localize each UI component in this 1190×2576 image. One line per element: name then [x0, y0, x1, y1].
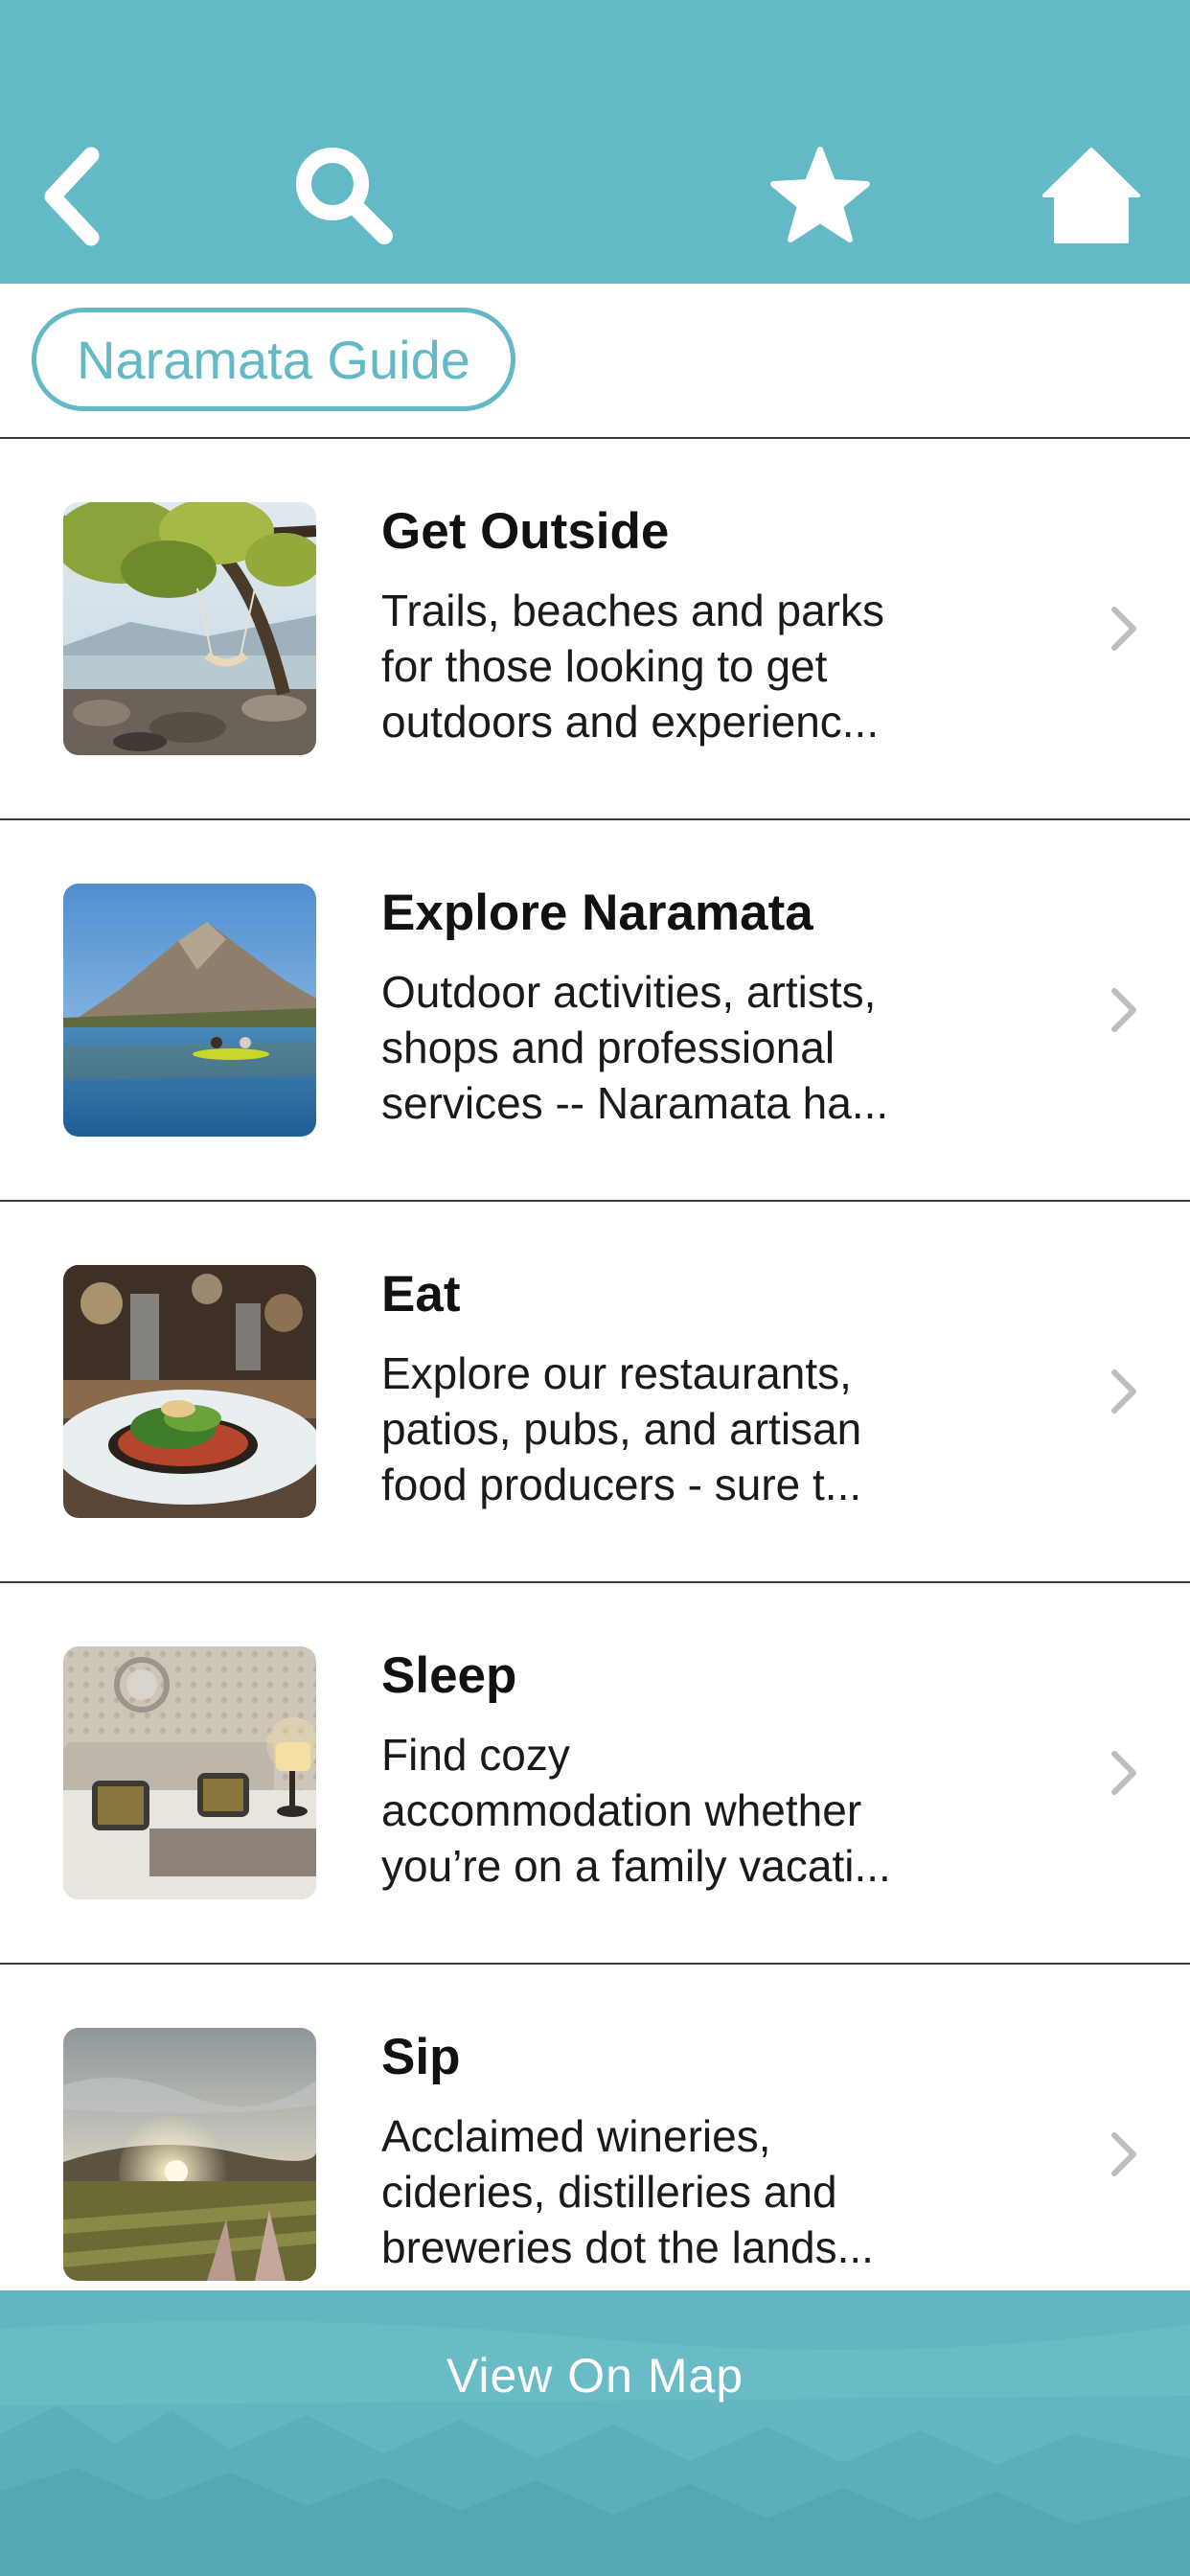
- list-item-description: Outdoor activities, artists, shops and p…: [381, 967, 889, 1128]
- list-item-description: Explore our restaurants, patios, pubs, a…: [381, 1348, 862, 1509]
- back-button[interactable]: [11, 134, 136, 259]
- category-list: Get Outside Trails, beaches and parks fo…: [0, 439, 1190, 2290]
- chevron-right-icon: [1111, 1369, 1136, 1414]
- list-item-description: Trails, beaches and parks for those look…: [381, 586, 885, 747]
- chevron-right-icon: [1111, 1751, 1136, 1795]
- view-on-map-button[interactable]: View On Map: [0, 2290, 1190, 2576]
- list-item-sleep[interactable]: Sleep Find cozy accommodation whether yo…: [0, 1583, 1190, 1965]
- list-item-title: Eat: [381, 1266, 461, 1322]
- home-button[interactable]: [1029, 134, 1154, 259]
- list-item-explore-naramata[interactable]: Explore Naramata Outdoor activities, art…: [0, 820, 1190, 1202]
- list-item-sip[interactable]: Sip Acclaimed wineries, cideries, distil…: [0, 1965, 1190, 2290]
- list-item-title: Get Outside: [381, 503, 670, 560]
- view-on-map-label: View On Map: [446, 2349, 744, 2403]
- list-item-description: Acclaimed wineries, cideries, distilleri…: [381, 2111, 874, 2272]
- home-icon: [1042, 148, 1140, 243]
- hotel-bedroom-photo: [63, 1646, 316, 1899]
- chevron-right-icon: [1111, 607, 1136, 651]
- list-item-eat[interactable]: Eat Explore our restaurants, patios, pub…: [0, 1202, 1190, 1583]
- guide-breadcrumb-row: Naramata Guide: [0, 284, 1190, 439]
- kayakers-mountain-lake-photo: [63, 884, 316, 1137]
- list-item-title: Sleep: [381, 1647, 517, 1704]
- list-item-get-outside[interactable]: Get Outside Trails, beaches and parks fo…: [0, 439, 1190, 820]
- star-icon: [770, 147, 870, 242]
- search-icon: [296, 148, 393, 244]
- top-nav-bar: [0, 0, 1190, 284]
- list-item-description: Find cozy accommodation whether you’re o…: [381, 1730, 891, 1891]
- plated-dish-photo: [63, 1265, 316, 1518]
- guide-chip[interactable]: Naramata Guide: [32, 308, 515, 411]
- lakeside-hammock-photo: [63, 502, 316, 755]
- chevron-right-icon: [1111, 2132, 1136, 2176]
- favorites-button[interactable]: [758, 134, 882, 259]
- vineyard-sunset-photo: [63, 2028, 316, 2281]
- chevron-left-icon: [44, 147, 100, 246]
- search-button[interactable]: [283, 134, 407, 259]
- forest-texture-background: [0, 2290, 1190, 2576]
- list-item-title: Sip: [381, 2029, 461, 2085]
- list-item-title: Explore Naramata: [381, 885, 813, 941]
- chevron-right-icon: [1111, 988, 1136, 1032]
